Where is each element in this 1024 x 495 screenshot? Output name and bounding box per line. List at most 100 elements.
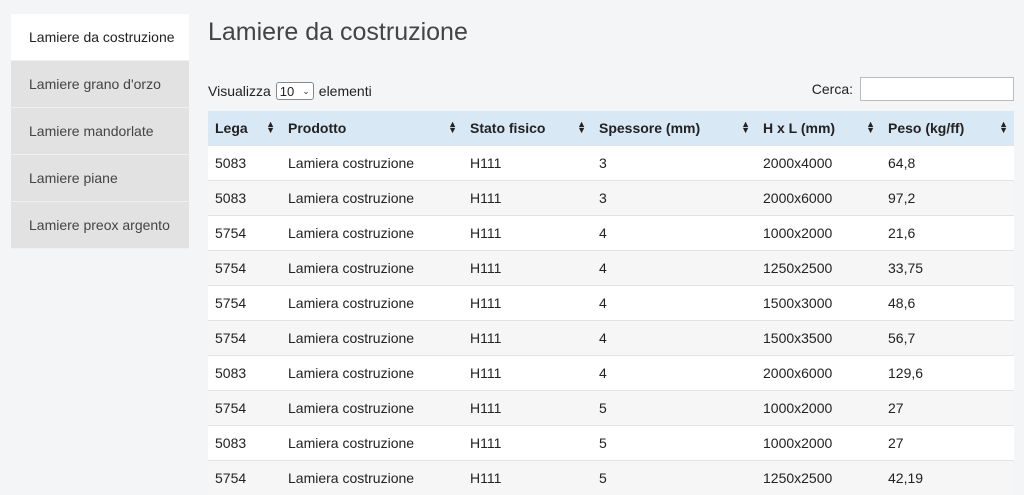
cell-h-x-l: 1500x3500 — [756, 321, 881, 356]
column-header-label: Peso (kg/ff) — [888, 120, 964, 136]
cell-stato-fisico: H111 — [463, 146, 592, 181]
cell-h-x-l: 1250x2500 — [756, 251, 881, 286]
page-title: Lamiere da costruzione — [208, 17, 1014, 47]
cell-stato-fisico: H111 — [463, 426, 592, 461]
table-row: 5083 Lamiera costruzione H111 4 2000x600… — [208, 356, 1014, 391]
cell-lega: 5083 — [208, 426, 281, 461]
column-header-label: Prodotto — [288, 120, 346, 136]
cell-stato-fisico: H111 — [463, 461, 592, 495]
cell-stato-fisico: H111 — [463, 356, 592, 391]
page-length-prefix: Visualizza — [208, 83, 271, 99]
cell-peso: 27 — [881, 426, 1014, 461]
cell-stato-fisico: H111 — [463, 181, 592, 216]
cell-stato-fisico: H111 — [463, 391, 592, 426]
cell-prodotto: Lamiera costruzione — [281, 216, 463, 251]
table-row: 5083 Lamiera costruzione H111 3 2000x600… — [208, 181, 1014, 216]
cell-h-x-l: 2000x4000 — [756, 146, 881, 181]
table-row: 5754 Lamiera costruzione H111 5 1250x250… — [208, 461, 1014, 495]
cell-prodotto: Lamiera costruzione — [281, 181, 463, 216]
table-row: 5754 Lamiera costruzione H111 5 1000x200… — [208, 391, 1014, 426]
sort-icon: ▲▼ — [999, 121, 1008, 133]
column-header-label: Stato fisico — [470, 120, 545, 136]
table-controls: Visualizza 10 ⌄ elementi Cerca: — [208, 81, 1014, 111]
cell-peso: 33,75 — [881, 251, 1014, 286]
sort-icon: ▲▼ — [741, 121, 750, 133]
cell-prodotto: Lamiera costruzione — [281, 391, 463, 426]
table-row: 5083 Lamiera costruzione H111 3 2000x400… — [208, 146, 1014, 181]
page-length-value: 10 — [280, 84, 294, 99]
cell-spessore: 4 — [592, 321, 756, 356]
cell-stato-fisico: H111 — [463, 251, 592, 286]
sidebar-item-lamiere-grano-d-orzo[interactable]: Lamiere grano d'orzo — [11, 61, 189, 108]
sort-icon: ▲▼ — [448, 121, 457, 133]
cell-stato-fisico: H111 — [463, 286, 592, 321]
cell-lega: 5083 — [208, 146, 281, 181]
table-row: 5754 Lamiera costruzione H111 4 1250x250… — [208, 251, 1014, 286]
column-header-label: H x L (mm) — [763, 120, 835, 136]
column-header-stato-fisico[interactable]: Stato fisico ▲▼ — [463, 111, 592, 146]
cell-spessore: 3 — [592, 181, 756, 216]
cell-peso: 64,8 — [881, 146, 1014, 181]
data-table: Lega ▲▼ Prodotto ▲▼ Stato fisico ▲▼ Spessor… — [208, 111, 1014, 495]
cell-h-x-l: 1250x2500 — [756, 461, 881, 495]
table-row: 5754 Lamiera costruzione H111 4 1500x300… — [208, 286, 1014, 321]
cell-peso: 48,6 — [881, 286, 1014, 321]
cell-peso: 97,2 — [881, 181, 1014, 216]
cell-spessore: 3 — [592, 146, 756, 181]
cell-spessore: 5 — [592, 461, 756, 495]
cell-lega: 5754 — [208, 461, 281, 495]
cell-h-x-l: 2000x6000 — [756, 181, 881, 216]
sidebar-item-lamiere-preox-argento[interactable]: Lamiere preox argento — [11, 202, 189, 249]
cell-peso: 27 — [881, 391, 1014, 426]
cell-prodotto: Lamiera costruzione — [281, 146, 463, 181]
cell-spessore: 4 — [592, 286, 756, 321]
cell-h-x-l: 1000x2000 — [756, 426, 881, 461]
cell-prodotto: Lamiera costruzione — [281, 251, 463, 286]
cell-lega: 5754 — [208, 216, 281, 251]
cell-prodotto: Lamiera costruzione — [281, 286, 463, 321]
chevron-down-icon: ⌄ — [302, 86, 310, 97]
cell-lega: 5754 — [208, 251, 281, 286]
cell-peso: 21,6 — [881, 216, 1014, 251]
table-row: 5083 Lamiera costruzione H111 5 1000x200… — [208, 426, 1014, 461]
cell-peso: 42,19 — [881, 461, 1014, 495]
cell-prodotto: Lamiera costruzione — [281, 356, 463, 391]
sidebar-item-lamiere-da-costruzione[interactable]: Lamiere da costruzione — [11, 14, 189, 61]
cell-prodotto: Lamiera costruzione — [281, 321, 463, 356]
cell-stato-fisico: H111 — [463, 216, 592, 251]
table-body: 5083 Lamiera costruzione H111 3 2000x400… — [208, 146, 1014, 495]
table-row: 5754 Lamiera costruzione H111 4 1500x350… — [208, 321, 1014, 356]
sort-icon: ▲▼ — [577, 121, 586, 133]
sidebar-item-lamiere-piane[interactable]: Lamiere piane — [11, 155, 189, 202]
search-input[interactable] — [860, 77, 1014, 101]
main-content: Lamiere da costruzione Visualizza 10 ⌄ e… — [208, 0, 1014, 495]
cell-h-x-l: 1000x2000 — [756, 391, 881, 426]
cell-prodotto: Lamiera costruzione — [281, 426, 463, 461]
cell-spessore: 4 — [592, 216, 756, 251]
sort-icon: ▲▼ — [866, 121, 875, 133]
sidebar-nav: Lamiere da costruzione Lamiere grano d'o… — [11, 14, 189, 249]
cell-h-x-l: 2000x6000 — [756, 356, 881, 391]
table-row: 5754 Lamiera costruzione H111 4 1000x200… — [208, 216, 1014, 251]
column-header-prodotto[interactable]: Prodotto ▲▼ — [281, 111, 463, 146]
column-header-peso[interactable]: Peso (kg/ff) ▲▼ — [881, 111, 1014, 146]
page-length-suffix: elementi — [319, 83, 372, 99]
column-header-spessore[interactable]: Spessore (mm) ▲▼ — [592, 111, 756, 146]
cell-lega: 5754 — [208, 321, 281, 356]
cell-lega: 5754 — [208, 286, 281, 321]
column-header-lega[interactable]: Lega ▲▼ — [208, 111, 281, 146]
sidebar-item-lamiere-mandorlate[interactable]: Lamiere mandorlate — [11, 108, 189, 155]
sort-icon: ▲▼ — [266, 121, 275, 133]
cell-prodotto: Lamiera costruzione — [281, 461, 463, 495]
cell-h-x-l: 1500x3000 — [756, 286, 881, 321]
table-header-row: Lega ▲▼ Prodotto ▲▼ Stato fisico ▲▼ Spessor… — [208, 111, 1014, 146]
cell-h-x-l: 1000x2000 — [756, 216, 881, 251]
column-header-label: Spessore (mm) — [599, 120, 700, 136]
cell-spessore: 4 — [592, 251, 756, 286]
column-header-h-x-l[interactable]: H x L (mm) ▲▼ — [756, 111, 881, 146]
search-label: Cerca: — [812, 81, 853, 97]
page-length-control: Visualizza 10 ⌄ elementi — [208, 81, 372, 101]
cell-spessore: 4 — [592, 356, 756, 391]
page-length-select[interactable]: 10 ⌄ — [276, 82, 314, 100]
column-header-label: Lega — [215, 120, 248, 136]
